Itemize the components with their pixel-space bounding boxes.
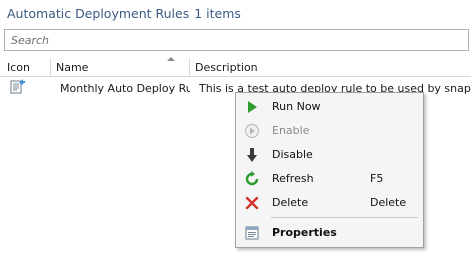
- grid-header: Icon Name Description: [0, 57, 471, 77]
- sort-ascending-icon: [167, 57, 175, 61]
- page-title: Automatic Deployment Rules 1 items: [7, 6, 241, 21]
- menu-item-delete[interactable]: Delete Delete: [237, 191, 422, 215]
- context-menu: Run Now Enable Disable Refresh F5 Delete…: [235, 92, 424, 248]
- refresh-icon: [244, 171, 260, 187]
- menu-item-label: Properties: [272, 226, 337, 239]
- enable-icon: [244, 123, 260, 139]
- properties-icon: [244, 225, 260, 241]
- delete-x-icon: [244, 195, 260, 211]
- play-icon: [244, 99, 260, 115]
- menu-item-shortcut: F5: [370, 172, 384, 185]
- down-arrow-icon: [244, 147, 260, 163]
- rule-name: Monthly Auto Deploy Rule: [60, 82, 190, 95]
- menu-item-label: Delete: [272, 196, 309, 209]
- menu-separator: [271, 217, 418, 218]
- column-header-description[interactable]: Description: [190, 58, 471, 77]
- menu-item-enable[interactable]: Enable: [237, 119, 422, 143]
- deployment-rule-icon: [10, 78, 30, 98]
- page-title-text: Automatic Deployment Rules: [7, 6, 190, 21]
- menu-item-label: Run Now: [272, 100, 321, 113]
- page-header: Automatic Deployment Rules 1 items: [0, 0, 471, 28]
- search-input[interactable]: [5, 30, 468, 50]
- menu-item-label: Enable: [272, 124, 310, 137]
- column-header-name-label: Name: [56, 61, 89, 74]
- column-header-icon[interactable]: Icon: [0, 58, 51, 77]
- menu-item-label: Disable: [272, 148, 313, 161]
- search-box[interactable]: [4, 29, 469, 51]
- column-header-name[interactable]: Name: [51, 57, 190, 77]
- menu-item-shortcut: Delete: [370, 196, 407, 209]
- item-count: 1 items: [194, 6, 241, 21]
- menu-item-refresh[interactable]: Refresh F5: [237, 167, 422, 191]
- menu-item-run-now[interactable]: Run Now: [237, 95, 422, 119]
- menu-item-label: Refresh: [272, 172, 314, 185]
- menu-item-properties[interactable]: Properties: [237, 221, 422, 245]
- menu-item-disable[interactable]: Disable: [237, 143, 422, 167]
